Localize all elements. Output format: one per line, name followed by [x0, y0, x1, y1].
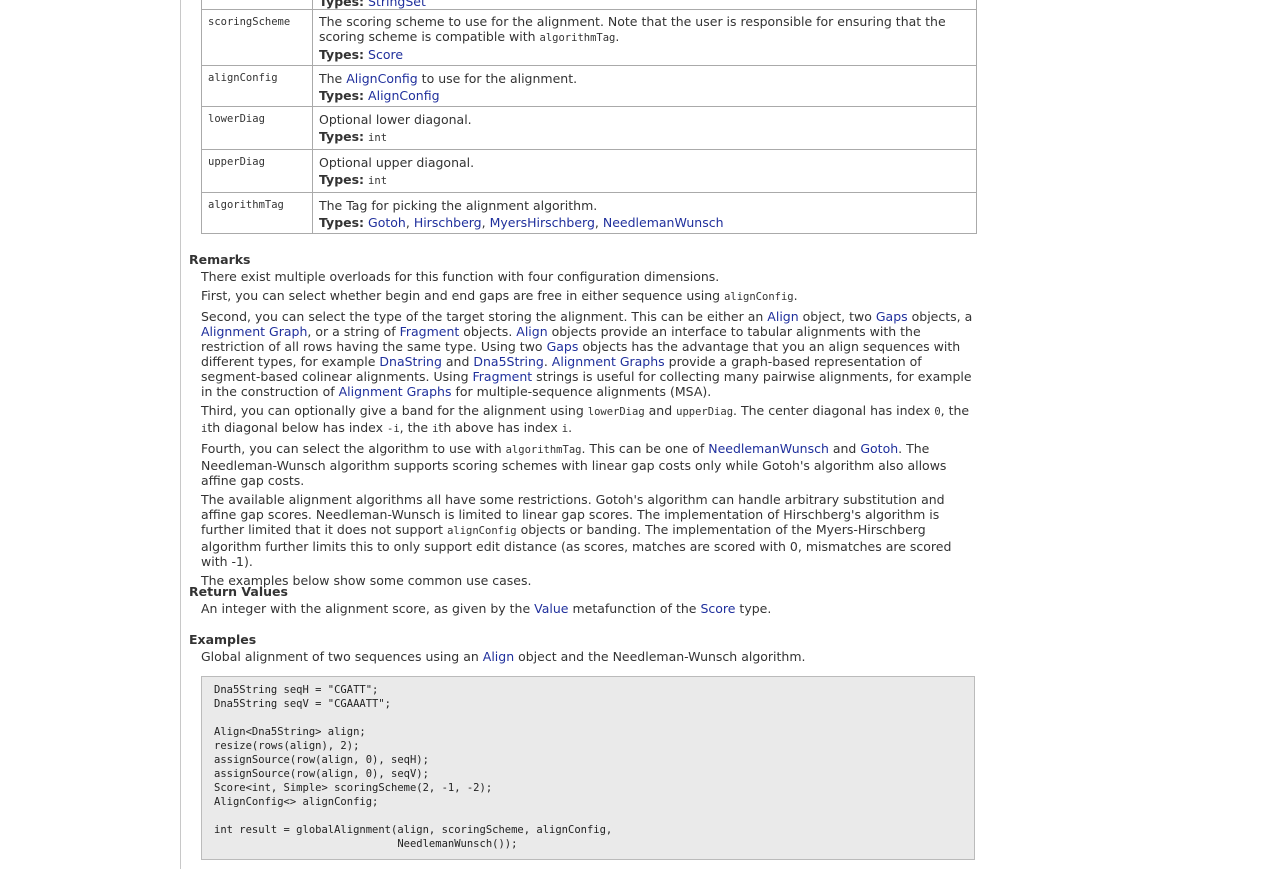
param-row-algorithmtag: algorithmTag The Tag for picking the ali… [201, 192, 977, 234]
fragment-link[interactable]: Fragment [472, 369, 532, 384]
remarks-p5: Fourth, you can select the algorithm to … [201, 441, 947, 488]
gaps-link[interactable]: Gaps [547, 339, 579, 354]
return-values-section: An integer with the alignment score, as … [201, 601, 772, 616]
param-name: scoringScheme [201, 9, 313, 66]
type-link-needlemanwunsch[interactable]: NeedlemanWunsch [603, 215, 724, 230]
remarks-heading: Remarks [189, 252, 251, 267]
type-int: int [368, 175, 388, 187]
value-link[interactable]: Value [534, 601, 568, 616]
code-line: Align<Dna5String> align; [214, 726, 366, 738]
gotoh-link[interactable]: Gotoh [860, 441, 898, 456]
code-line: assignSource(row(align, 0), seqH); [214, 754, 429, 766]
return-values-heading: Return Values [189, 584, 288, 599]
gaps-link[interactable]: Gaps [876, 309, 908, 324]
code-line: AlignConfig<> alignConfig; [214, 796, 379, 808]
param-row-lowerdiag: lowerDiag Optional lower diagonal. Types… [201, 106, 977, 150]
align-link[interactable]: Align [483, 649, 514, 664]
parameters-table: Types: StringSet scoringScheme The scori… [201, 0, 977, 234]
dnastring-link[interactable]: DnaString [379, 354, 442, 369]
score-link[interactable]: Score [700, 601, 735, 616]
remarks-p2: First, you can select whether begin and … [201, 288, 798, 303]
code-line: Dna5String seqV = "CGAAATT"; [214, 698, 392, 710]
remarks-p7: The examples below show some common use … [201, 573, 532, 588]
types-label: Types: [319, 88, 365, 103]
type-int: int [368, 132, 388, 144]
examples-heading: Examples [189, 632, 257, 647]
types-label: Types: [319, 215, 365, 230]
types-label: Types: [319, 47, 365, 62]
code-line: int result = globalAlignment(align, scor… [214, 824, 613, 836]
param-row-alignconfig: alignConfig The AlignConfig to use for t… [201, 65, 977, 107]
code-line: Score<int, Simple> scoringScheme(2, -1, … [214, 782, 493, 794]
param-name: upperDiag [201, 149, 313, 193]
type-link-score[interactable]: Score [368, 47, 403, 62]
param-desc: The AlignConfig to use for the alignment… [319, 71, 578, 86]
types-label: Types: [319, 172, 365, 187]
alignment-graphs-link[interactable]: Alignment Graphs [552, 354, 665, 369]
code-line: NeedlemanWunsch()); [214, 838, 518, 850]
remarks-p3: Second, you can select the type of the t… [201, 309, 973, 399]
type-link-stringset[interactable]: StringSet [368, 0, 426, 9]
param-desc: Optional upper diagonal. [319, 155, 475, 170]
alignconfig-link[interactable]: AlignConfig [346, 71, 417, 86]
param-desc: Optional lower diagonal. [319, 112, 472, 127]
types-label: Types: [319, 0, 365, 9]
needlemanwunsch-link[interactable]: NeedlemanWunsch [708, 441, 829, 456]
remarks-p6: The available alignment algorithms all h… [201, 492, 952, 569]
param-row-strings: Types: StringSet [201, 0, 977, 10]
types-label: Types: [319, 129, 365, 144]
remarks-p1: There exist multiple overloads for this … [201, 269, 720, 284]
fragment-link[interactable]: Fragment [400, 324, 460, 339]
param-desc: The scoring scheme to use for the alignm… [319, 14, 946, 44]
align-link[interactable]: Align [767, 309, 798, 324]
param-name: alignConfig [201, 65, 313, 107]
examples-section: Global alignment of two sequences using … [201, 649, 806, 664]
param-name: lowerDiag [201, 106, 313, 150]
param-row-upperdiag: upperDiag Optional upper diagonal. Types… [201, 149, 977, 193]
type-link-hirschberg[interactable]: Hirschberg [414, 215, 482, 230]
type-link-gotoh[interactable]: Gotoh [368, 215, 406, 230]
code-line: resize(rows(align), 2); [214, 740, 360, 752]
param-desc: The Tag for picking the alignment algori… [319, 198, 598, 213]
remarks-section: There exist multiple overloads for this … [201, 269, 977, 592]
dna5string-link[interactable]: Dna5String [473, 354, 543, 369]
alignment-graphs-link[interactable]: Alignment Graphs [339, 384, 452, 399]
code-line: assignSource(row(align, 0), seqV); [214, 768, 429, 780]
param-row-scoringscheme: scoringScheme The scoring scheme to use … [201, 9, 977, 66]
code-example: Dna5String seqH = "CGATT"; Dna5String seq… [201, 676, 975, 860]
left-border [180, 0, 181, 869]
align-link[interactable]: Align [516, 324, 547, 339]
alignment-graph-link[interactable]: Alignment Graph [201, 324, 307, 339]
type-link-myershirschberg[interactable]: MyersHirschberg [490, 215, 595, 230]
code-line: Dna5String seqH = "CGATT"; [214, 684, 379, 696]
remarks-p4: Third, you can optionally give a band fo… [201, 403, 970, 435]
param-name: algorithmTag [201, 192, 313, 234]
type-link-alignconfig[interactable]: AlignConfig [368, 88, 439, 103]
